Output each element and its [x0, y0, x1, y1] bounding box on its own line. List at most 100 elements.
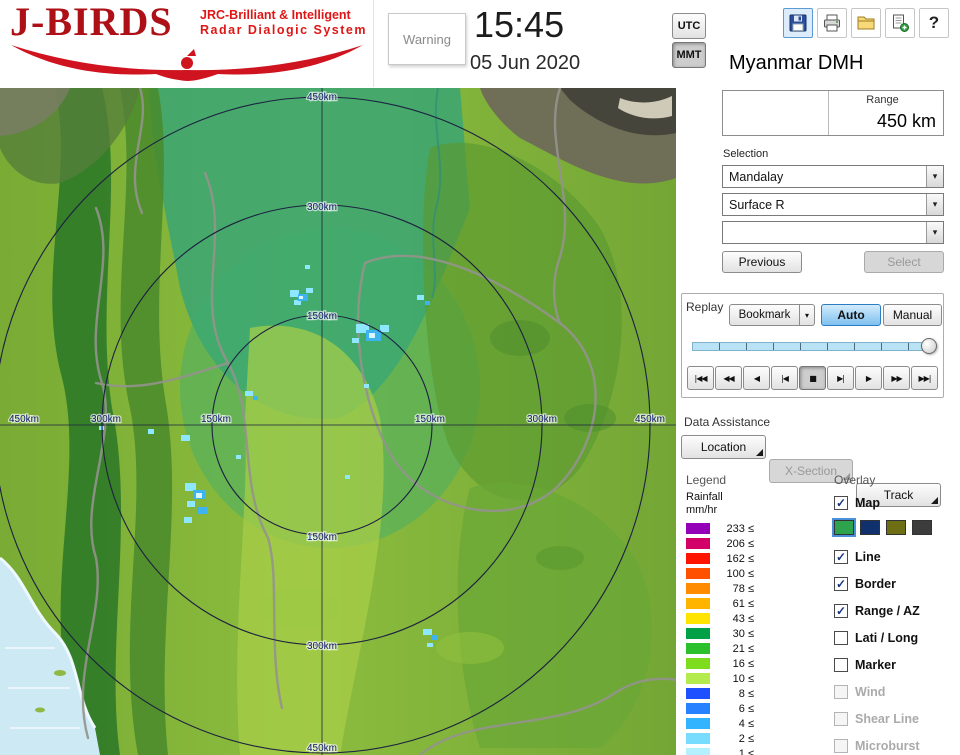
range-az-checkbox[interactable]: ✓ — [834, 604, 848, 618]
legend-item: 4 ≤ — [686, 716, 754, 731]
svg-text:300km: 300km — [91, 414, 121, 425]
overlay-item-range-az[interactable]: ✓ Range / AZ — [834, 602, 920, 620]
title-bar: J-BIRDS JRC-Brilliant & Intelligent Rada… — [0, 0, 960, 88]
legend-item: 8 ≤ — [686, 686, 754, 701]
legend-item: 100 ≤ — [686, 566, 754, 581]
open-button[interactable] — [851, 8, 881, 38]
previous-button[interactable]: Previous — [722, 251, 802, 273]
legend-color-chip — [686, 568, 710, 579]
legend-item-label: 206 ≤ — [726, 537, 754, 550]
extra-selector[interactable]: ▾ — [722, 221, 944, 244]
selection-label: Selection — [723, 148, 769, 160]
svg-text:150km: 150km — [307, 311, 337, 322]
legend-scale: 233 ≤ 206 ≤ 162 ≤ 100 ≤ 78 ≤ 61 ≤ 43 ≤ 3… — [686, 521, 754, 755]
svg-text:450km: 450km — [307, 743, 337, 754]
svg-text:300km: 300km — [307, 641, 337, 652]
legend-item: 2 ≤ — [686, 731, 754, 746]
line-checkbox[interactable]: ✓ — [834, 550, 848, 564]
svg-text:450km: 450km — [307, 92, 337, 103]
fast-forward-button[interactable]: ▶▶ — [883, 366, 910, 390]
chevron-down-icon[interactable]: ▾ — [926, 222, 943, 243]
map-style-swatch-olive[interactable] — [886, 520, 906, 535]
border-checkbox[interactable]: ✓ — [834, 577, 848, 591]
legend-unit: Rainfall mm/hr — [686, 491, 723, 517]
app-title: J-BIRDS — [10, 0, 173, 44]
wind-checkbox — [834, 685, 848, 699]
bookmark-button[interactable]: Bookmark ▾ — [729, 304, 815, 326]
play-backward-button[interactable]: ◀ — [743, 366, 770, 390]
overlay-item-marker[interactable]: Marker — [834, 656, 896, 674]
chevron-down-icon[interactable]: ▾ — [800, 304, 815, 326]
shear-line-checkbox — [834, 712, 848, 726]
printer-icon — [824, 14, 840, 32]
overlay-item-line[interactable]: ✓ Line — [834, 548, 881, 566]
legend-item-label: 43 ≤ — [732, 612, 754, 625]
legend-unit-line2: mm/hr — [686, 504, 718, 516]
legend-item: 43 ≤ — [686, 611, 754, 626]
overlay-item-border[interactable]: ✓ Border — [834, 575, 896, 593]
mmt-button[interactable]: MMT — [672, 42, 706, 68]
legend-item: 10 ≤ — [686, 671, 754, 686]
map-style-swatch-dark[interactable] — [912, 520, 932, 535]
legend-item-label: 1 ≤ — [738, 747, 754, 755]
folder-icon — [857, 16, 875, 30]
site-display-cell — [723, 91, 829, 135]
legend-color-chip — [686, 598, 710, 609]
overlay-item-map[interactable]: ✓ Map — [834, 494, 880, 512]
legend-item: 16 ≤ — [686, 656, 754, 671]
legend-item-label: 10 ≤ — [732, 672, 754, 685]
playback-controls: |◀◀ ◀◀ ◀ |◀ ■ ▶| ▶ ▶▶ ▶▶| — [687, 366, 938, 390]
radar-map-area[interactable]: 450km 300km 150km 150km 300km 450km 450k… — [0, 86, 678, 755]
legend-item-label: 61 ≤ — [732, 597, 754, 610]
print-button[interactable] — [817, 8, 847, 38]
replay-slider-track[interactable] — [692, 342, 930, 351]
map-style-swatch-navy[interactable] — [860, 520, 880, 535]
legend-unit-line1: Rainfall — [686, 491, 723, 503]
legend-item: 6 ≤ — [686, 701, 754, 716]
svg-text:450km: 450km — [9, 414, 39, 425]
map-style-swatch-green[interactable] — [834, 520, 854, 535]
replay-label: Replay — [686, 300, 724, 314]
marker-checkbox[interactable] — [834, 658, 848, 672]
replay-slider[interactable] — [692, 338, 937, 355]
manual-button[interactable]: Manual — [883, 304, 942, 326]
legend-item-label: 4 ≤ — [738, 717, 754, 730]
legend-item-label: 6 ≤ — [738, 702, 754, 715]
map-checkbox[interactable]: ✓ — [834, 496, 848, 510]
site-selector[interactable]: Mandalay ▾ — [722, 165, 944, 188]
help-button[interactable]: ? — [919, 8, 949, 38]
overlay-item-wind: Wind — [834, 683, 885, 701]
product-selector[interactable]: Surface R ▾ — [722, 193, 944, 216]
legend-color-chip — [686, 718, 710, 729]
export-button[interactable] — [885, 8, 915, 38]
utc-button[interactable]: UTC — [672, 13, 706, 39]
station-title: Myanmar DMH — [729, 52, 864, 74]
step-back-button[interactable]: |◀ — [771, 366, 798, 390]
lati-long-checkbox[interactable] — [834, 631, 848, 645]
skip-to-end-button[interactable]: ▶▶| — [911, 366, 938, 390]
legend-item: 233 ≤ — [686, 521, 754, 536]
chevron-down-icon[interactable]: ▾ — [926, 194, 943, 215]
auto-button[interactable]: Auto — [821, 304, 881, 326]
save-button[interactable] — [783, 8, 813, 38]
app-logo: J-BIRDS JRC-Brilliant & Intelligent Rada… — [2, 0, 374, 87]
location-button[interactable]: Location — [681, 435, 766, 459]
svg-text:450km: 450km — [635, 414, 665, 425]
legend-item: 1 ≤ — [686, 746, 754, 755]
legend-color-chip — [686, 553, 710, 564]
radar-map[interactable]: 450km 300km 150km 150km 300km 450km 450k… — [0, 86, 678, 755]
map-style-swatches — [834, 520, 932, 535]
replay-slider-thumb[interactable] — [921, 338, 937, 354]
overlay-item-lati-long[interactable]: Lati / Long — [834, 629, 918, 647]
skip-to-start-button[interactable]: |◀◀ — [687, 366, 714, 390]
fast-rewind-button[interactable]: ◀◀ — [715, 366, 742, 390]
help-icon: ? — [928, 13, 940, 32]
select-button: Select — [864, 251, 944, 273]
eagle-logo-icon — [11, 45, 363, 81]
step-forward-button[interactable]: ▶| — [827, 366, 854, 390]
play-button[interactable]: ▶ — [855, 366, 882, 390]
chevron-down-icon[interactable]: ▾ — [926, 166, 943, 187]
legend-item-label: 100 ≤ — [726, 567, 754, 580]
stop-button[interactable]: ■ — [799, 366, 826, 390]
warning-indicator[interactable]: Warning — [388, 13, 466, 65]
